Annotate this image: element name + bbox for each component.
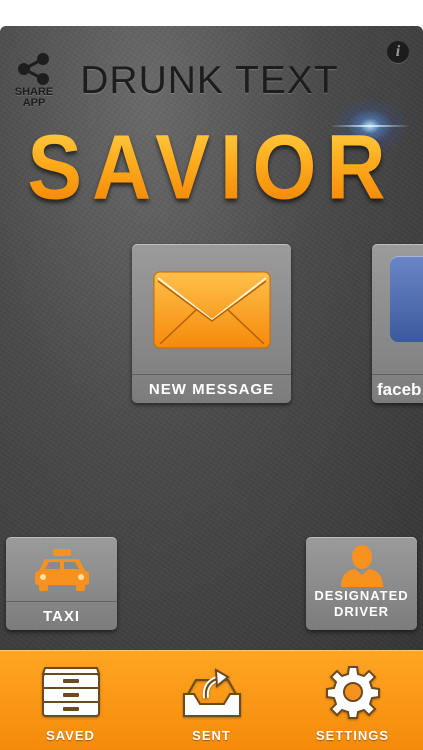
- designated-driver-button[interactable]: DESIGNATED DRIVER: [306, 537, 417, 630]
- designated-driver-label: DESIGNATED DRIVER: [314, 588, 409, 619]
- envelope-icon: [153, 271, 270, 349]
- tab-settings-label: SETTINGS: [315, 728, 389, 743]
- app-title-top-text: DRUNK TEXT: [80, 59, 339, 102]
- tab-settings[interactable]: SETTINGS: [282, 650, 423, 750]
- new-message-button[interactable]: NEW MESSAGE: [132, 244, 291, 403]
- driver-icon: [340, 545, 383, 587]
- app-root: SHARE APP i DRUNK TEXT SAVIOR NEW MESSAG…: [0, 0, 423, 750]
- facebook-button[interactable]: faceb: [372, 244, 423, 403]
- taxi-button[interactable]: TAXI: [6, 537, 117, 630]
- taxi-icon: [34, 549, 89, 591]
- app-title-main: SAVIOR: [0, 117, 423, 219]
- tab-sent-label: SENT: [192, 728, 231, 743]
- envelope-icon-wrap: [132, 270, 291, 350]
- facebook-icon: [390, 256, 423, 342]
- new-message-label: NEW MESSAGE: [132, 374, 291, 403]
- facebook-label: faceb: [372, 374, 423, 403]
- bottom-tab-bar: SAVED SENT SETTINGS: [0, 650, 423, 750]
- outbox-icon: [182, 668, 241, 717]
- gear-icon: [325, 666, 380, 719]
- tab-saved-label: SAVED: [46, 728, 95, 743]
- driver-icon-wrap: [306, 543, 417, 587]
- drawer-icon: [41, 667, 100, 717]
- taxi-icon-wrap: [6, 547, 117, 593]
- tab-sent[interactable]: SENT: [141, 650, 282, 750]
- taxi-label: TAXI: [6, 601, 117, 630]
- tab-saved[interactable]: SAVED: [0, 650, 141, 750]
